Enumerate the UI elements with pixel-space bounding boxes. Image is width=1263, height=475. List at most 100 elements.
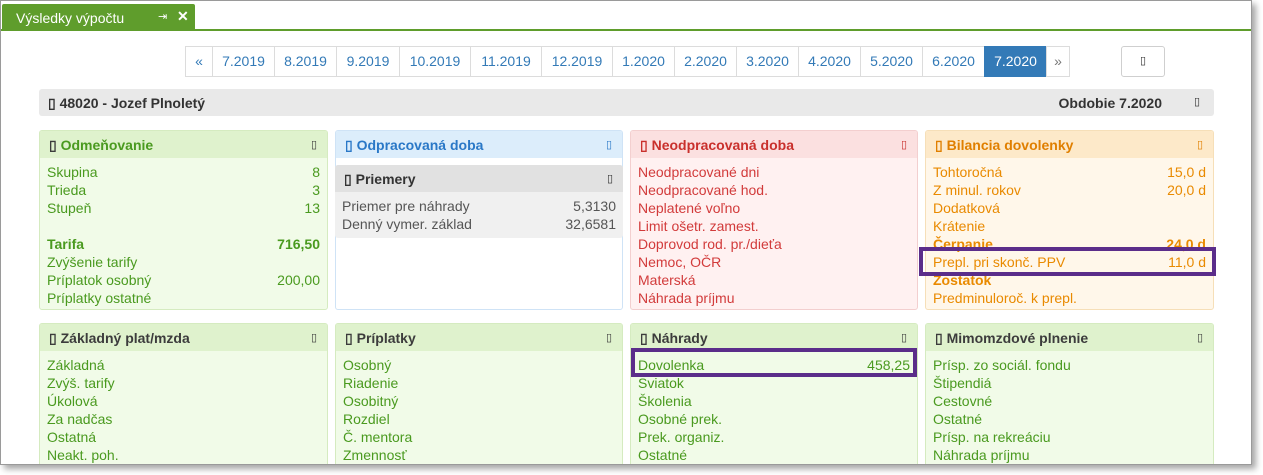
panel-header: ▯ Základný plat/mzda ▯: [40, 324, 327, 351]
expand-icon[interactable]: ▯: [606, 138, 612, 151]
list-item: Za nadčas: [47, 411, 113, 427]
panel-header: ▯ Odpracovaná doba ▯: [336, 131, 622, 158]
panel-title: Odmeňovanie: [60, 137, 154, 153]
list-item: Ostatné: [933, 411, 983, 427]
panel-priemery: ▯ Priemery ▯ Priemer pre náhrady 5,3130 D…: [335, 165, 623, 238]
pager-item[interactable]: 5.2020: [860, 46, 923, 77]
list-item: Prísp. na rekreáciu: [933, 429, 1051, 445]
pager-item-active[interactable]: 7.2020: [984, 46, 1047, 77]
list-item: Zvýšenie tarify: [47, 254, 138, 270]
panel-zakladny-plat: ▯ Základný plat/mzda ▯ Základná Zvýš. ta…: [39, 323, 328, 464]
panel-title: Základný plat/mzda: [60, 330, 190, 346]
list-item: Zvýš. tarify: [47, 375, 115, 391]
print-icon: ▯: [1139, 55, 1147, 67]
list-item: Neakt. poh.: [47, 447, 119, 463]
pager-prev-button[interactable]: «: [185, 46, 213, 77]
panel-icon: ▯: [49, 330, 57, 346]
expand-icon[interactable]: ▯: [1197, 138, 1203, 151]
pager-item[interactable]: 6.2020: [922, 46, 985, 77]
pager-item[interactable]: 7.2019: [212, 46, 275, 77]
user-icon[interactable]: ▯: [1194, 95, 1200, 108]
expand-icon[interactable]: ▯: [901, 331, 907, 344]
list-item: Príplatok osobný 200,00: [47, 272, 320, 288]
list-item: Príplatky ostatné: [47, 290, 152, 306]
pager-item[interactable]: 12.2019: [541, 46, 613, 77]
expand-icon[interactable]: ▯: [311, 138, 317, 151]
panel-icon: ▯: [935, 137, 943, 153]
panel-title: Príplatky: [356, 330, 416, 346]
list-item: Rozdiel: [343, 411, 390, 427]
list-item: Predminuloroč. k prepl.: [933, 290, 1077, 306]
expand-icon[interactable]: ▯: [607, 172, 613, 185]
period-label: Obdobie 7.2020: [1058, 95, 1162, 111]
list-item: Tohtoročná 15,0 d: [933, 164, 1206, 180]
panel-title: Neodpracovaná doba: [651, 137, 794, 153]
expand-icon[interactable]: ▯: [311, 331, 317, 344]
pager-item[interactable]: 8.2019: [274, 46, 337, 77]
panel-icon: ▯: [344, 171, 352, 187]
list-item: Riadenie: [343, 375, 399, 391]
panel-icon: ▯: [935, 330, 943, 346]
panel-header: ▯ Neodpracovaná doba ▯: [631, 131, 917, 158]
list-item: Krátenie: [933, 218, 986, 234]
panel-header: ▯ Náhrady ▯: [631, 324, 917, 351]
expand-icon[interactable]: ▯: [606, 331, 612, 344]
list-item: Doprovod rod. pr./dieťa: [638, 236, 782, 252]
list-item: Neplatené voľno: [638, 200, 741, 216]
pin-icon[interactable]: ⇥: [158, 10, 167, 23]
print-button[interactable]: ▯: [1121, 46, 1165, 77]
pager-item[interactable]: 2.2020: [674, 46, 737, 77]
panel-icon: ▯: [49, 137, 57, 153]
list-item: Štipendiá: [933, 375, 992, 391]
list-item: Neodpracované dni: [638, 164, 760, 180]
list-item: Limit ošetr. zamest.: [638, 218, 759, 234]
list-item: Trieda 3: [47, 182, 320, 198]
list-item: Skupina 8: [47, 164, 320, 180]
list-item: Školenia: [638, 393, 692, 409]
panel-nahrady: ▯ Náhrady ▯ Dovolenka 458,25 Sviatok Škol…: [630, 323, 918, 464]
panel-header: ▯ Príplatky ▯: [336, 324, 622, 351]
expand-icon[interactable]: ▯: [1197, 331, 1203, 344]
panel-odmenovanie: ▯ Odmeňovanie ▯ Skupina 8 Trieda 3 Stupeň 1…: [39, 130, 328, 310]
close-icon[interactable]: ✕: [177, 8, 189, 25]
panel-title: Priemery: [355, 171, 416, 187]
pager-item[interactable]: 1.2020: [612, 46, 675, 77]
panel-bilancia-dovolenky: ▯ Bilancia dovolenky ▯ Tohtoročná 15,0 d …: [925, 130, 1214, 310]
period-pager: « 7.2019 8.2019 9.2019 10.2019 11.2019 1…: [185, 46, 1070, 77]
pager-item[interactable]: 4.2020: [798, 46, 861, 77]
panel-title: Mimomzdové plnenie: [946, 330, 1089, 346]
list-item: Tarifa 716,50: [47, 236, 320, 252]
highlight-box-prepl: [919, 247, 1216, 276]
panel-title: Náhrady: [651, 330, 708, 346]
panel-header: ▯ Mimomzdové plnenie ▯: [926, 324, 1213, 351]
panel-header: ▯ Odmeňovanie ▯: [40, 131, 327, 158]
list-item: Osobný: [343, 357, 392, 373]
list-item: Č. mentora: [343, 429, 413, 445]
panel-priplatky: ▯ Príplatky ▯ Osobný Riadenie Osobitný R…: [335, 323, 623, 464]
list-item: Neodpracované hod.: [638, 182, 768, 198]
panel-title: Bilancia dovolenky: [946, 137, 1074, 153]
pager-next-button[interactable]: »: [1046, 46, 1070, 77]
list-item: Prek. organiz.: [638, 429, 725, 445]
pager-item[interactable]: 11.2019: [470, 46, 542, 77]
panel-mimomzdove-plnenie: ▯ Mimomzdové plnenie ▯ Prísp. zo sociál.…: [925, 323, 1214, 464]
pager-item[interactable]: 9.2019: [336, 46, 400, 77]
list-item: Zmennosť: [343, 447, 407, 463]
panel-header: ▯ Priemery ▯: [335, 165, 623, 192]
panel-icon: ▯: [345, 137, 353, 153]
list-item: Náhrada príjmu: [638, 290, 735, 306]
list-item: Cestovné: [933, 393, 993, 409]
list-item: Stupeň 13: [47, 200, 320, 216]
panel-icon: ▯: [640, 330, 648, 346]
list-item: Denný vymer. základ 32,6581: [342, 216, 616, 232]
expand-icon[interactable]: ▯: [901, 138, 907, 151]
tab-vysledky-vypoctu[interactable]: Výsledky výpočtu ⇥ ✕: [2, 4, 195, 31]
pager-item[interactable]: 10.2019: [399, 46, 471, 77]
list-item: Úkolová: [47, 393, 98, 409]
list-item: Nemoc, OČR: [638, 254, 722, 270]
panel-icon: ▯: [640, 137, 648, 153]
highlight-box-dovolenka: [631, 348, 917, 377]
tab-strip: Výsledky výpočtu ⇥ ✕: [1, 1, 1251, 31]
pager-item[interactable]: 3.2020: [736, 46, 799, 77]
panel-neodpracovana-doba: ▯ Neodpracovaná doba ▯ Neodpracované dni…: [630, 130, 918, 310]
